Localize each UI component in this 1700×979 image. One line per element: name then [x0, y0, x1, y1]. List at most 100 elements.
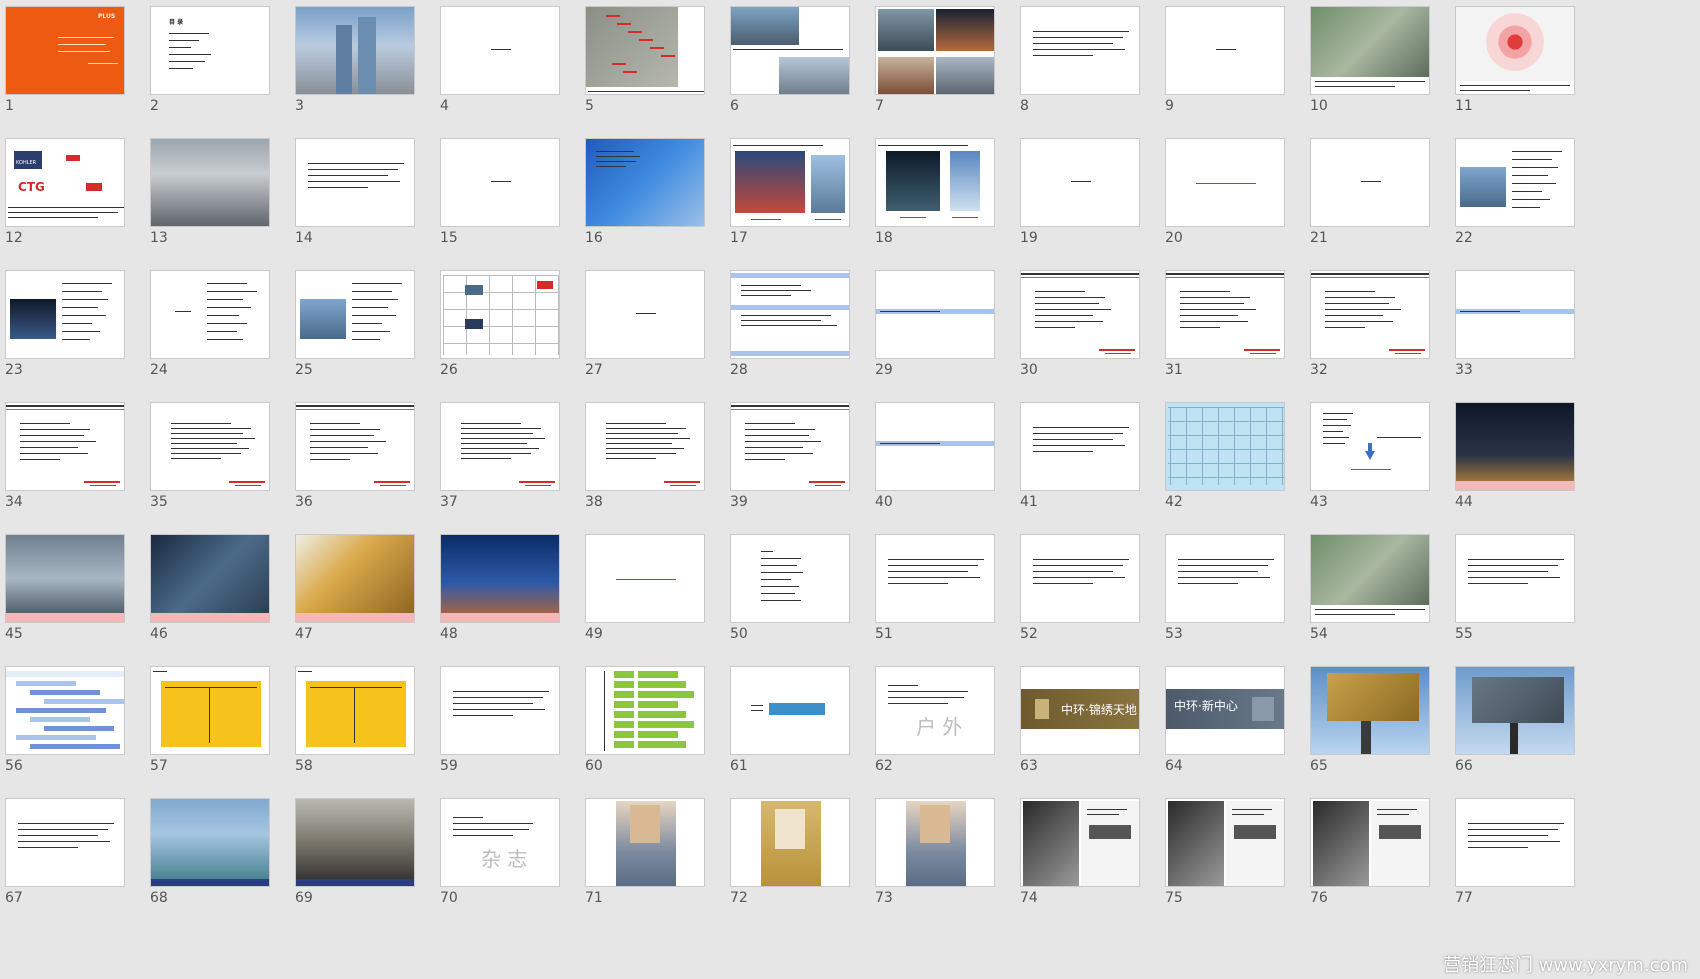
- slide-thumbnail-43[interactable]: 43: [1305, 396, 1462, 539]
- text-line: [18, 823, 114, 824]
- slide-thumbnail-51[interactable]: 51: [870, 528, 1027, 671]
- slide-thumbnail-68[interactable]: 68: [145, 792, 302, 935]
- slide-thumbnail-22[interactable]: 22: [1450, 132, 1607, 275]
- slide-thumbnail-36[interactable]: 36: [290, 396, 447, 539]
- slide-thumbnail-39[interactable]: 39: [725, 396, 882, 539]
- slide-thumbnail-3[interactable]: 3: [290, 0, 447, 143]
- slide-thumbnail-13[interactable]: 13: [145, 132, 302, 275]
- text-line: [308, 181, 400, 182]
- slide-thumbnail-58[interactable]: 58: [290, 660, 447, 803]
- slide-thumbnail-19[interactable]: 19: [1015, 132, 1172, 275]
- slide-thumbnail-5[interactable]: 5: [580, 0, 737, 143]
- slide-thumbnail-34[interactable]: 34: [0, 396, 157, 539]
- slide-number: 58: [295, 758, 313, 774]
- slide-thumbnail-55[interactable]: 55: [1450, 528, 1607, 671]
- slide-thumbnail-21[interactable]: 21: [1305, 132, 1462, 275]
- slide-thumbnail-20[interactable]: 20: [1160, 132, 1317, 275]
- slide-thumbnail-52[interactable]: 52: [1015, 528, 1172, 671]
- slide-thumbnail-14[interactable]: 14: [290, 132, 447, 275]
- slide-thumbnail-74[interactable]: 74: [1015, 792, 1172, 935]
- slide-thumbnail-10[interactable]: 10: [1305, 0, 1462, 143]
- slide-thumbnail-6[interactable]: 6: [725, 0, 882, 143]
- slide-thumbnail-75[interactable]: 75: [1160, 792, 1317, 935]
- text-line: [741, 285, 801, 286]
- slide-thumbnail-38[interactable]: 38: [580, 396, 737, 539]
- slide-thumbnail-32[interactable]: 32: [1305, 264, 1462, 407]
- slide-thumbnail-15[interactable]: 15: [435, 132, 592, 275]
- slide-thumbnail-53[interactable]: 53: [1160, 528, 1317, 671]
- text-line: [1460, 85, 1570, 86]
- slide-thumbnail-76[interactable]: 76: [1305, 792, 1462, 935]
- slide-thumbnail-71[interactable]: 71: [580, 792, 737, 935]
- slide-thumbnail-70[interactable]: 杂 志 70: [435, 792, 592, 935]
- slide-thumbnail-8[interactable]: 8: [1015, 0, 1172, 143]
- slide-thumbnail-47[interactable]: 47: [290, 528, 447, 671]
- slide-thumbnail-26[interactable]: 26: [435, 264, 592, 407]
- slide-preview: [1310, 534, 1430, 623]
- slide-thumbnail-44[interactable]: 44: [1450, 396, 1607, 539]
- green-bar: [614, 731, 634, 738]
- text-line: [308, 163, 404, 164]
- gantt-bar: [16, 735, 96, 740]
- slide-thumbnail-12[interactable]: KOHLER CTG 12: [0, 132, 157, 275]
- slide-thumbnail-62[interactable]: 户 外 62: [870, 660, 1027, 803]
- slide-thumbnail-64[interactable]: 中环·新中心 64: [1160, 660, 1317, 803]
- slide-preview: [5, 534, 125, 623]
- slide-thumbnail-37[interactable]: 37: [435, 396, 592, 539]
- slide-thumbnail-59[interactable]: 59: [435, 660, 592, 803]
- slide-thumbnail-50[interactable]: 50: [725, 528, 882, 671]
- slide-preview: [1455, 402, 1575, 491]
- slide-thumbnail-67[interactable]: 67: [0, 792, 157, 935]
- text-line: [1315, 81, 1425, 82]
- slide-thumbnail-69[interactable]: 69: [290, 792, 447, 935]
- slide-thumbnail-48[interactable]: 48: [435, 528, 592, 671]
- slide-thumbnail-41[interactable]: 41: [1015, 396, 1172, 539]
- table-col: [1250, 407, 1251, 485]
- slide-thumbnail-60[interactable]: 60: [580, 660, 737, 803]
- slide-thumbnail-42[interactable]: 42: [1160, 396, 1317, 539]
- slide-thumbnail-66[interactable]: 66: [1450, 660, 1607, 803]
- slide-thumbnail-35[interactable]: 35: [145, 396, 302, 539]
- slide-thumbnail-25[interactable]: 25: [290, 264, 447, 407]
- gantt-bar: [44, 699, 124, 704]
- slide-thumbnail-63[interactable]: 中环·锦绣天地 63: [1015, 660, 1172, 803]
- slide-thumbnail-17[interactable]: 17: [725, 132, 882, 275]
- slide-thumbnail-46[interactable]: 46: [145, 528, 302, 671]
- slide-thumbnail-57[interactable]: 57: [145, 660, 302, 803]
- text-line: [62, 339, 90, 340]
- text-line: [453, 817, 483, 818]
- slide-thumbnail-54[interactable]: 54: [1305, 528, 1462, 671]
- slide-thumbnail-40[interactable]: 40: [870, 396, 1027, 539]
- slide-thumbnail-7[interactable]: 7: [870, 0, 1027, 143]
- slide-thumbnail-65[interactable]: 65: [1305, 660, 1462, 803]
- header-bar: [1166, 273, 1284, 275]
- slide-thumbnail-4[interactable]: 4: [435, 0, 592, 143]
- slide-thumbnail-28[interactable]: 28: [725, 264, 882, 407]
- slide-thumbnail-73[interactable]: 73: [870, 792, 1027, 935]
- slide-thumbnail-2[interactable]: 目 录 2: [145, 0, 302, 143]
- slide-thumbnail-33[interactable]: 33: [1450, 264, 1607, 407]
- slide-thumbnail-61[interactable]: 61: [725, 660, 882, 803]
- slide-thumbnail-24[interactable]: 24: [145, 264, 302, 407]
- slide-thumbnail-1[interactable]: PLUS 1: [0, 0, 157, 143]
- slide-thumbnail-23[interactable]: 23: [0, 264, 157, 407]
- cover-title: PLUS: [98, 13, 116, 20]
- slide-thumbnail-16[interactable]: 16: [580, 132, 737, 275]
- slide-thumbnail-77[interactable]: 77: [1450, 792, 1607, 935]
- slide-thumbnail-45[interactable]: 45: [0, 528, 157, 671]
- slide-number: 69: [295, 890, 313, 906]
- slide-thumbnail-30[interactable]: 30: [1015, 264, 1172, 407]
- slide-thumbnail-9[interactable]: 9: [1160, 0, 1317, 143]
- slide-thumbnail-49[interactable]: 49: [580, 528, 737, 671]
- table-col: [489, 275, 490, 355]
- slide-preview: [5, 798, 125, 887]
- slide-thumbnail-18[interactable]: 18: [870, 132, 1027, 275]
- slide-thumbnail-29[interactable]: 29: [870, 264, 1027, 407]
- slide-preview: [5, 270, 125, 359]
- slide-thumbnail-56[interactable]: 56: [0, 660, 157, 803]
- slide-thumbnail-31[interactable]: 31: [1160, 264, 1317, 407]
- slide-thumbnail-27[interactable]: 27: [580, 264, 737, 407]
- slide-preview: [585, 666, 705, 755]
- slide-thumbnail-72[interactable]: 72: [725, 792, 882, 935]
- slide-thumbnail-11[interactable]: 11: [1450, 0, 1607, 143]
